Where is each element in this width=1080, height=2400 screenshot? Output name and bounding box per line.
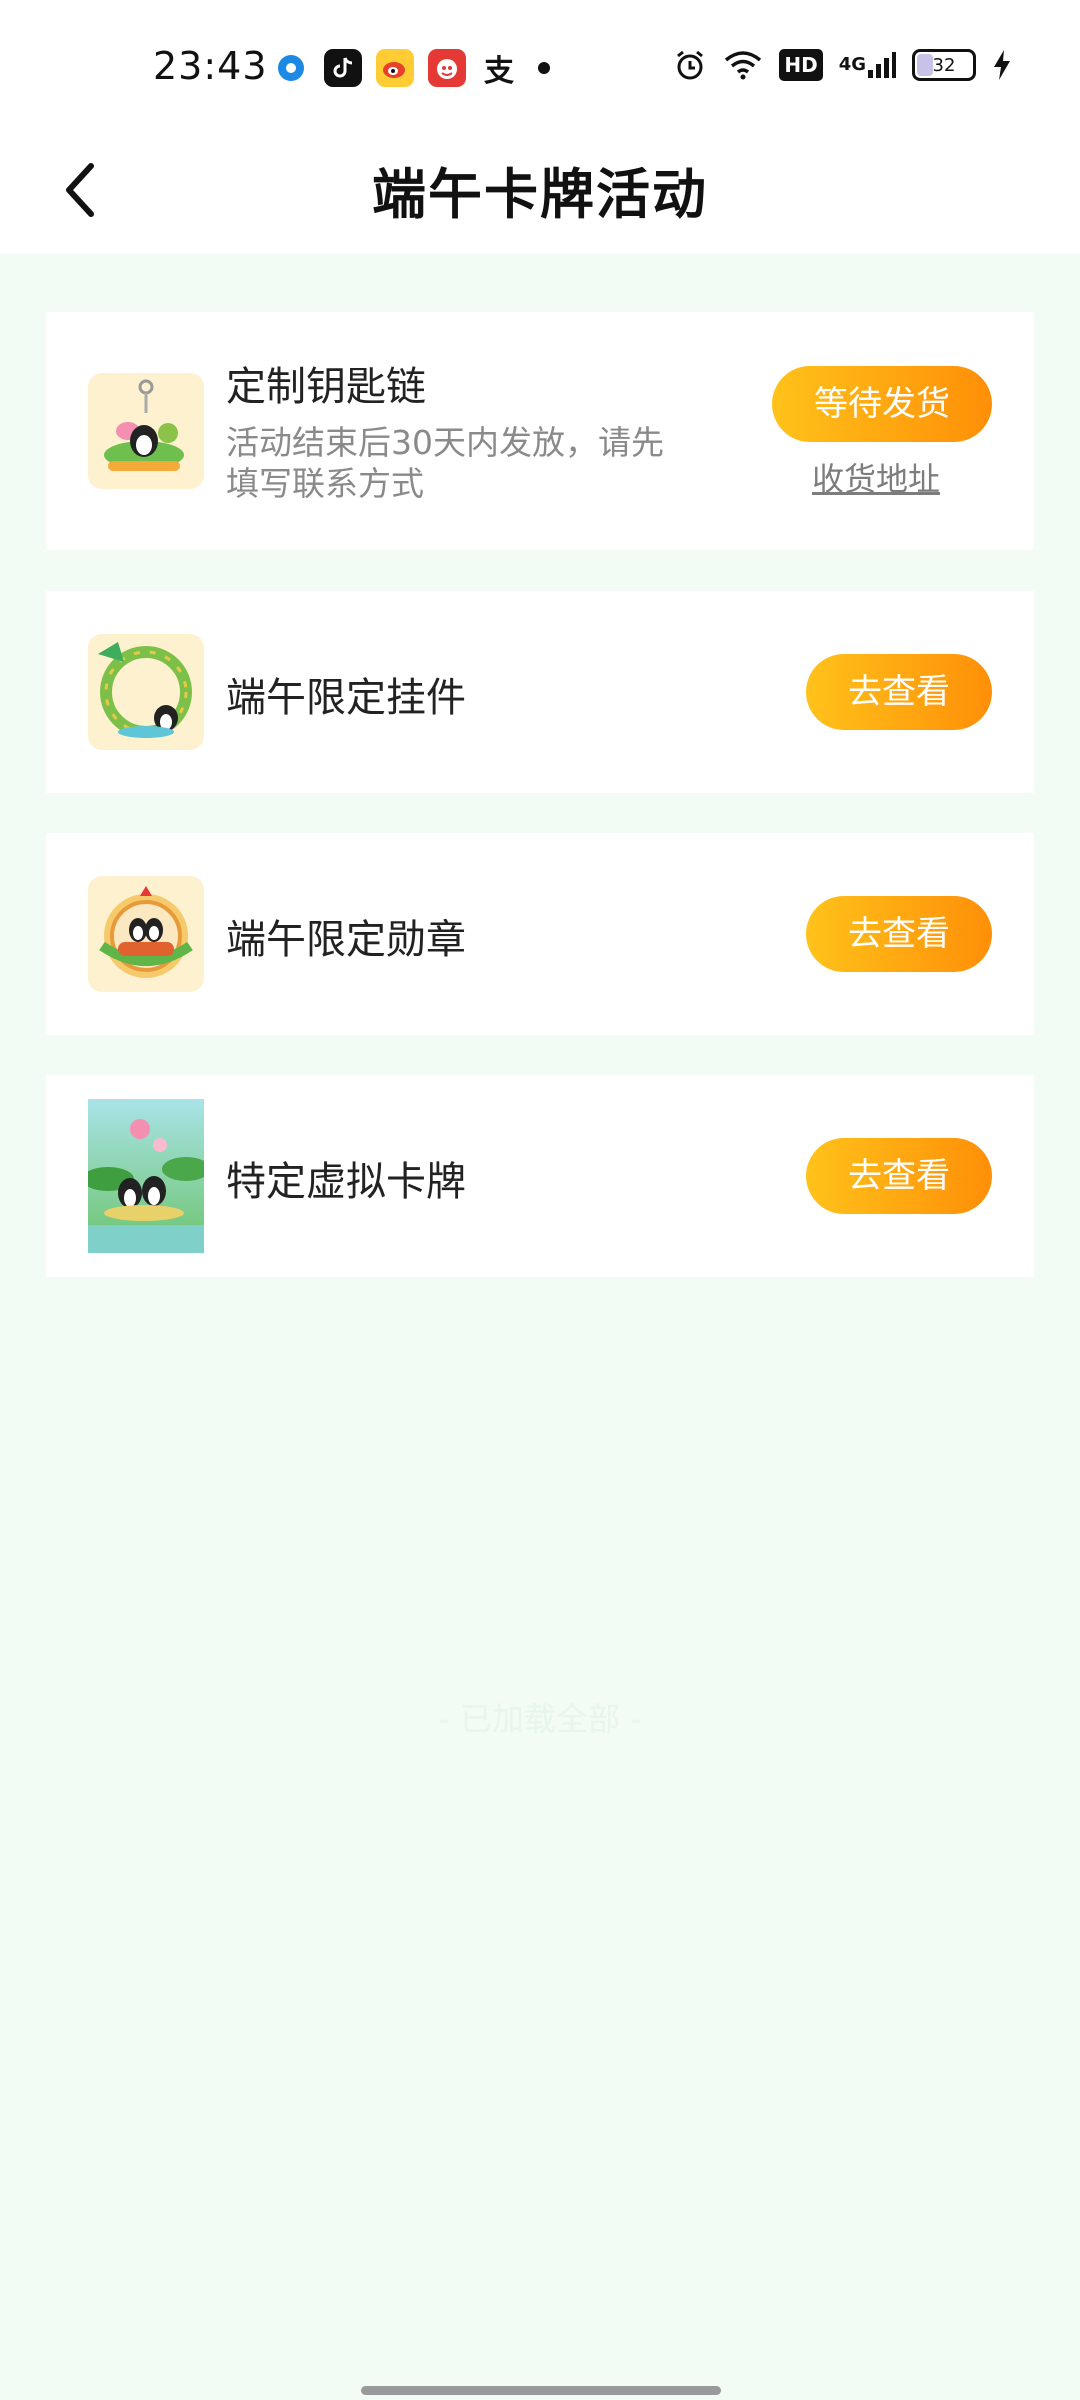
battery-level: 32 — [932, 54, 956, 76]
system-icons: HD 4G 32 — [673, 46, 1012, 84]
shipping-address-link[interactable]: 收货地址 — [812, 454, 940, 500]
wifi-icon — [723, 46, 763, 84]
charging-icon — [992, 46, 1012, 84]
signal-icon: 4G — [839, 46, 896, 84]
all-loaded-text: - 已加载全部 - — [438, 1700, 642, 1738]
medal-thumbnail — [88, 876, 204, 992]
status-bar: 23:43 支 HD 4G 32 — [0, 0, 1080, 136]
page-title: 端午卡牌活动 — [372, 163, 708, 226]
alipay-icon: 支 — [480, 49, 518, 89]
browser-icon — [272, 49, 310, 87]
reward-card-virtual-card: 特定虚拟卡牌 去查看 — [46, 1075, 1034, 1277]
alarm-icon — [673, 46, 707, 84]
battery-icon: 32 — [912, 49, 976, 81]
reward-card-keychain: 定制钥匙链 活动结束后30天内发放，请先填写联系方式 等待发货 收货地址 — [46, 312, 1034, 550]
notification-icons: 支 — [272, 48, 550, 89]
hd-badge: HD — [779, 49, 823, 81]
item-title: 端午限定挂件 — [226, 675, 466, 721]
weibo-icon — [376, 49, 414, 87]
item-description: 活动结束后30天内发放，请先填写联系方式 — [226, 423, 664, 503]
keychain-thumbnail — [88, 373, 204, 489]
tiktok-icon — [324, 49, 362, 87]
awaiting-shipment-button[interactable]: 等待发货 — [772, 366, 992, 442]
status-time: 23:43 — [153, 44, 268, 88]
item-title: 特定虚拟卡牌 — [226, 1159, 466, 1205]
more-notifications-dot — [538, 62, 550, 74]
virtual-card-thumbnail — [88, 1099, 204, 1253]
item-title: 端午限定勋章 — [226, 917, 466, 963]
pendant-thumbnail — [88, 634, 204, 750]
item-title: 定制钥匙链 — [226, 364, 426, 410]
reward-card-medal: 端午限定勋章 去查看 — [46, 833, 1034, 1035]
view-pendant-button[interactable]: 去查看 — [806, 654, 992, 730]
view-medal-button[interactable]: 去查看 — [806, 896, 992, 972]
view-virtual-card-button[interactable]: 去查看 — [806, 1138, 992, 1214]
reward-card-pendant: 端午限定挂件 去查看 — [46, 591, 1034, 793]
pinduoduo-icon — [428, 49, 466, 87]
home-indicator[interactable] — [361, 2386, 721, 2395]
app-header: 端午卡牌活动 — [0, 136, 1080, 254]
